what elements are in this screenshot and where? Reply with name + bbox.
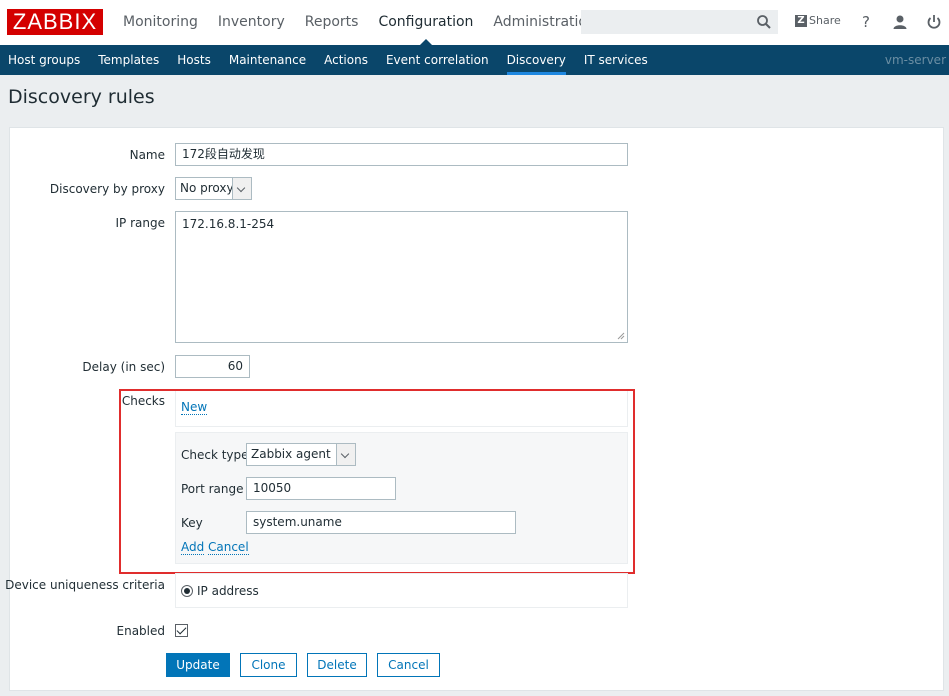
zabbix-logo[interactable]: ZABBIX — [7, 9, 103, 35]
power-icon[interactable] — [925, 13, 943, 31]
proxy-label: Discovery by proxy — [49, 182, 165, 196]
ip-address-radio[interactable] — [181, 585, 193, 597]
ip-address-label[interactable]: IP address — [197, 584, 259, 598]
main-menu: Monitoring Inventory Reports Configurati… — [113, 0, 606, 45]
chevron-down-icon — [232, 178, 251, 199]
menu-configuration[interactable]: Configuration — [368, 0, 483, 45]
submenu-actions[interactable]: Actions — [316, 45, 378, 75]
enabled-checkbox[interactable] — [175, 624, 188, 637]
highlight-annotation-box — [119, 389, 635, 574]
menu-inventory[interactable]: Inventory — [208, 0, 295, 45]
delay-label: Delay (in sec) — [82, 360, 165, 374]
delay-input[interactable]: 60 — [175, 355, 250, 378]
sub-menu-bar: Host groups Templates Hosts Maintenance … — [0, 45, 949, 75]
resize-grip-icon[interactable] — [616, 331, 625, 340]
submenu-event-correlation[interactable]: Event correlation — [378, 45, 499, 75]
cancel-button[interactable]: Cancel — [377, 653, 440, 677]
submenu-hosts[interactable]: Hosts — [169, 45, 221, 75]
ip-range-label: IP range — [115, 216, 165, 230]
menu-reports[interactable]: Reports — [295, 0, 369, 45]
share-label: Share — [809, 14, 841, 27]
proxy-select[interactable]: No proxy — [175, 177, 252, 200]
submenu-maintenance[interactable]: Maintenance — [221, 45, 316, 75]
menu-monitoring[interactable]: Monitoring — [113, 0, 208, 45]
ip-range-value: 172.16.8.1-254 — [182, 217, 275, 231]
page-title: Discovery rules — [8, 86, 155, 108]
share-icon: Z — [795, 14, 807, 27]
search-icon[interactable] — [756, 14, 772, 30]
proxy-select-value: No proxy — [180, 181, 234, 195]
submenu-templates[interactable]: Templates — [90, 45, 169, 75]
help-icon[interactable]: ? — [857, 13, 875, 31]
user-profile-icon[interactable] — [891, 13, 909, 31]
delete-button[interactable]: Delete — [307, 653, 367, 677]
share-button[interactable]: Z Share — [795, 14, 841, 27]
uniqueness-label: Device uniqueness criteria — [5, 578, 165, 592]
search-input[interactable] — [581, 10, 778, 34]
name-label: Name — [129, 148, 165, 162]
enabled-label: Enabled — [116, 624, 166, 638]
submenu-discovery[interactable]: Discovery — [499, 45, 576, 75]
name-input[interactable]: 172段自动发现 — [175, 143, 628, 166]
server-name: vm-server — [884, 53, 946, 67]
top-bar: ZABBIX Monitoring Inventory Reports Conf… — [0, 0, 949, 45]
sub-menu: Host groups Templates Hosts Maintenance … — [0, 45, 658, 75]
ip-range-textarea[interactable]: 172.16.8.1-254 — [175, 211, 628, 343]
submenu-it-services[interactable]: IT services — [576, 45, 658, 75]
update-button[interactable]: Update — [166, 653, 230, 677]
clone-button[interactable]: Clone — [240, 653, 297, 677]
submenu-host-groups[interactable]: Host groups — [0, 45, 90, 75]
